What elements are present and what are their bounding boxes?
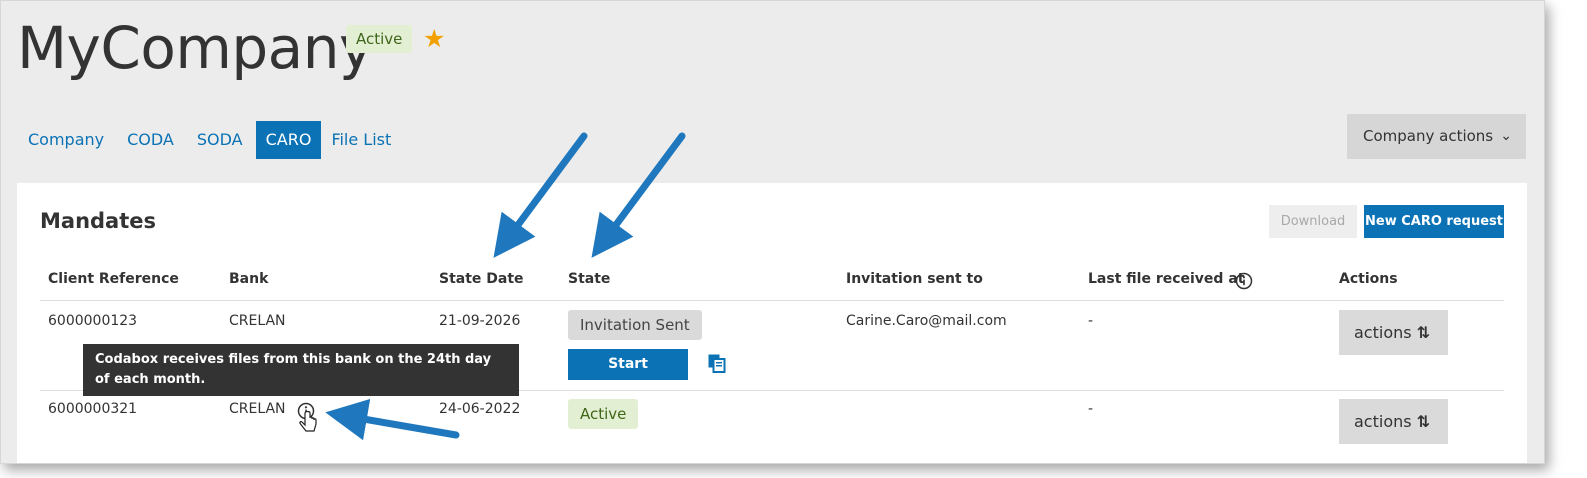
start-activation-button[interactable]: Start activation bbox=[568, 349, 688, 403]
tab-caro[interactable]: CARO bbox=[255, 121, 322, 159]
page-title: MyCompany bbox=[17, 14, 373, 82]
download-button[interactable]: Download bbox=[1269, 205, 1357, 238]
column-header-invitation-sent-to: Invitation sent to bbox=[846, 271, 983, 287]
column-header-state-date: State Date bbox=[439, 271, 524, 287]
column-header-bank: Bank bbox=[229, 271, 269, 287]
info-icon[interactable] bbox=[1235, 272, 1253, 290]
company-status-badge: Active bbox=[346, 25, 413, 53]
column-header-client-reference: Client Reference bbox=[48, 271, 179, 287]
row-actions-label: actions bbox=[1354, 412, 1412, 431]
sort-arrows-icon: ⇅ bbox=[1416, 412, 1430, 431]
cell-bank: CRELAN bbox=[229, 313, 286, 329]
mandates-title: Mandates bbox=[40, 209, 157, 233]
cell-last-file: - bbox=[1088, 313, 1094, 329]
column-header-last-file-received: Last file received at bbox=[1088, 271, 1245, 287]
cell-client-reference: 6000000321 bbox=[48, 401, 138, 417]
tab-soda[interactable]: SODA bbox=[187, 121, 253, 159]
header-divider bbox=[40, 300, 1504, 301]
company-actions-label: Company actions bbox=[1363, 127, 1494, 145]
sort-arrows-icon: ⇅ bbox=[1416, 323, 1430, 342]
tab-coda[interactable]: CODA bbox=[117, 121, 184, 159]
cell-last-file: - bbox=[1088, 401, 1094, 417]
tab-file-list[interactable]: File List bbox=[321, 121, 401, 159]
company-actions-button[interactable]: Company actions ⌄ bbox=[1347, 114, 1526, 159]
cell-bank: CRELAN bbox=[229, 401, 286, 417]
favorite-star-icon[interactable]: ★ bbox=[423, 25, 445, 53]
row-actions-button[interactable]: actions ⇅ bbox=[1339, 310, 1448, 355]
bank-info-icon[interactable] bbox=[297, 402, 315, 420]
row-actions-label: actions bbox=[1354, 323, 1412, 342]
tab-bar: Company CODA SODA CARO File List bbox=[18, 121, 401, 159]
bank-info-tooltip: Codabox receives files from this bank on… bbox=[83, 344, 519, 396]
app-window: MyCompany Active ★ Company CODA SODA CAR… bbox=[0, 0, 1545, 464]
copy-link-icon[interactable] bbox=[707, 353, 727, 373]
cell-invitation-sent-to: Carine.Caro@mail.com bbox=[846, 313, 1007, 329]
column-header-actions: Actions bbox=[1339, 271, 1398, 287]
column-header-state: State bbox=[568, 271, 611, 287]
row-actions-button[interactable]: actions ⇅ bbox=[1339, 399, 1448, 444]
state-badge-invitation-sent: Invitation Sent bbox=[568, 310, 702, 340]
tab-company[interactable]: Company bbox=[18, 121, 114, 159]
chevron-down-icon: ⌄ bbox=[1500, 128, 1512, 144]
new-caro-request-button[interactable]: New CARO request bbox=[1364, 205, 1504, 238]
cell-state-date: 21-09-2026 bbox=[439, 313, 521, 329]
state-badge-active: Active bbox=[568, 399, 639, 429]
cell-state-date: 24-06-2022 bbox=[439, 401, 521, 417]
mandates-panel: Mandates Download New CARO request Clien… bbox=[17, 183, 1527, 463]
cell-client-reference: 6000000123 bbox=[48, 313, 138, 329]
